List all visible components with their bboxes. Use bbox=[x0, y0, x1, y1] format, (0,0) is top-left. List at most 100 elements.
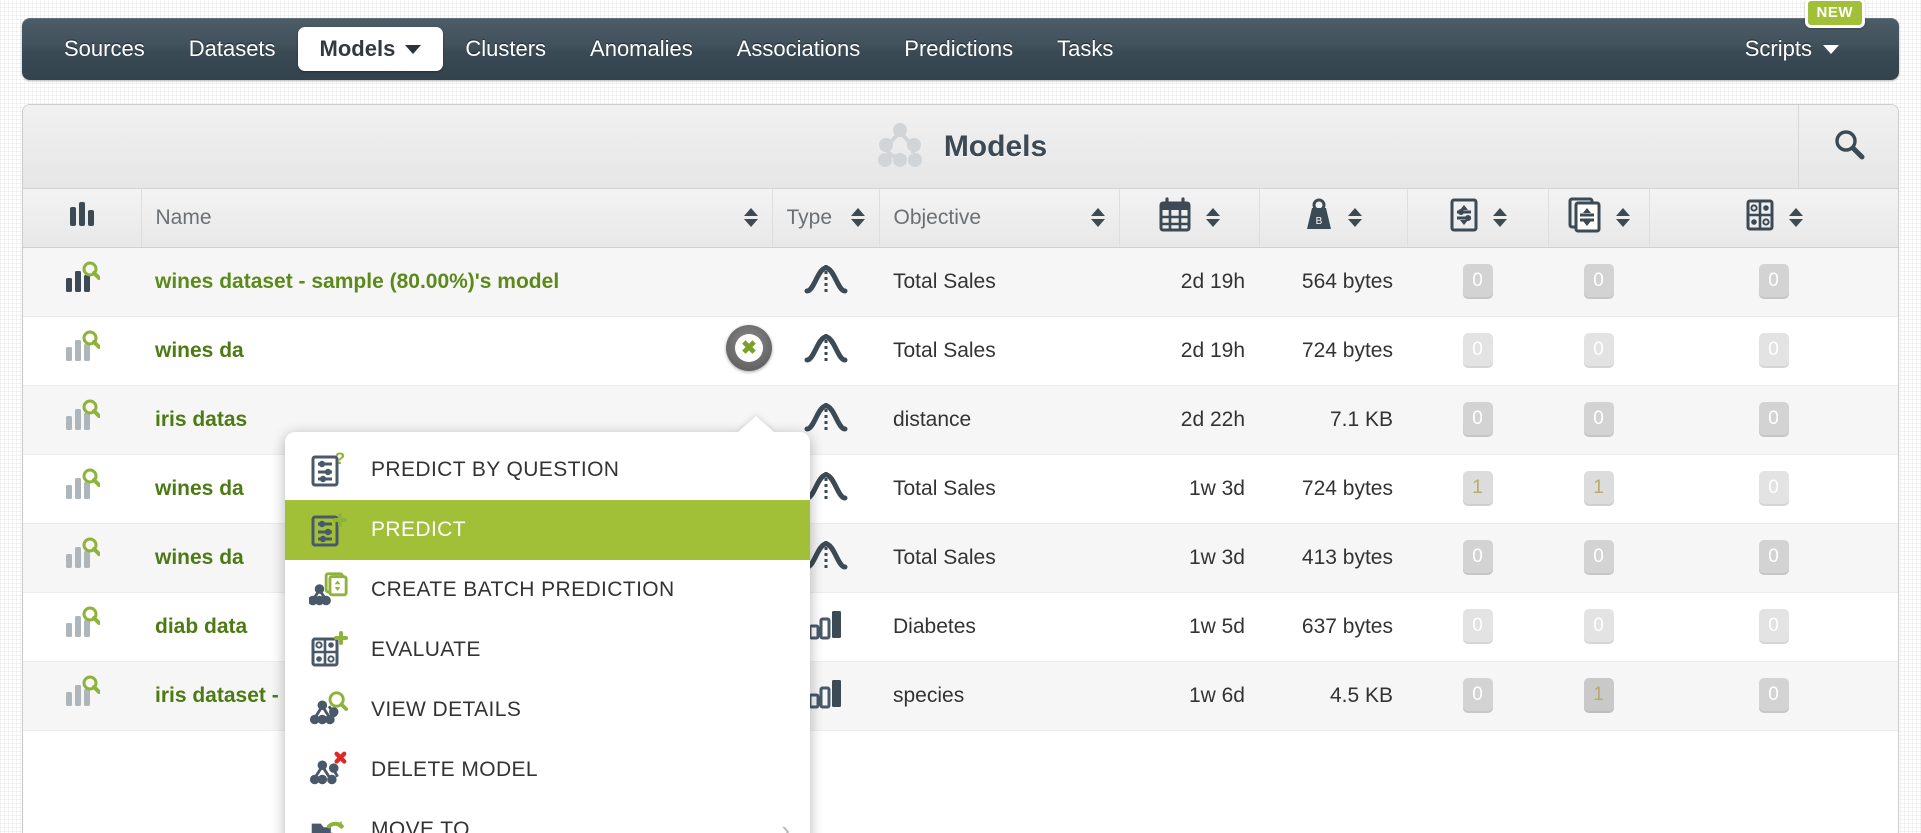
nav-item-sources[interactable]: Sources bbox=[42, 18, 167, 80]
row-model-icon-cell[interactable] bbox=[23, 592, 141, 662]
evaluations-count-badge: 0 bbox=[1758, 540, 1789, 575]
column-header-batch-predictions[interactable] bbox=[1548, 189, 1650, 248]
column-header-age[interactable] bbox=[1119, 189, 1260, 248]
row-batch-predictions-cell: 0 bbox=[1548, 385, 1649, 455]
sort-icon-age[interactable] bbox=[1206, 208, 1220, 228]
sort-icon-name[interactable] bbox=[743, 208, 758, 228]
nav-right: Scripts NEW bbox=[1723, 0, 1879, 80]
evaluations-count-badge: 0 bbox=[1758, 678, 1789, 713]
evaluation-icon bbox=[1745, 197, 1775, 239]
search-button[interactable] bbox=[1798, 105, 1898, 188]
row-model-icon-cell[interactable] bbox=[23, 454, 141, 524]
context-menu-item-evaluate[interactable]: EVALUATE bbox=[285, 620, 810, 680]
batch-predictions-count-badge: 0 bbox=[1583, 540, 1614, 575]
context-menu-arrow bbox=[737, 416, 775, 433]
batch-predictions-count-badge: 1 bbox=[1583, 471, 1614, 506]
table-row[interactable]: wines dataset - sample (80.00%)'s model T… bbox=[23, 247, 1898, 317]
model-name-link[interactable]: wines dataset - sample (80.00%)'s model bbox=[155, 270, 559, 293]
sort-icon-predictions[interactable] bbox=[1492, 208, 1507, 228]
row-predictions-cell: 0 bbox=[1407, 385, 1548, 455]
row-size-cell: 413 bytes bbox=[1259, 523, 1407, 593]
context-menu-item-move-to[interactable]: MOVE TO... › bbox=[285, 800, 810, 833]
bars-icon bbox=[67, 199, 97, 237]
batch-predictions-count-badge: 1 bbox=[1583, 678, 1614, 713]
model-bars-search-icon bbox=[64, 330, 101, 371]
row-size-cell: 724 bytes bbox=[1259, 454, 1407, 524]
model-tree-icon bbox=[874, 119, 926, 174]
evaluations-count-badge: 0 bbox=[1758, 471, 1789, 506]
column-header-evaluations[interactable] bbox=[1649, 189, 1898, 248]
column-header-objective-label: Objective bbox=[893, 205, 982, 229]
view-details-icon bbox=[309, 690, 349, 730]
nav-item-datasets[interactable]: Datasets bbox=[167, 18, 298, 80]
context-menu-item-predict-by-question[interactable]: ? PREDICT BY QUESTION bbox=[285, 440, 810, 500]
row-action-toggle-button[interactable]: ✖ bbox=[726, 325, 772, 371]
sort-icon-evaluations[interactable] bbox=[1788, 208, 1803, 228]
table-row[interactable]: wines da Total Sales 2d 19h 724 bytes 0 0 0 bbox=[23, 316, 1898, 386]
nav-item-models[interactable]: Models bbox=[297, 27, 444, 71]
row-model-icon-cell[interactable] bbox=[23, 523, 141, 593]
new-badge: NEW bbox=[1804, 0, 1865, 28]
context-menu-item-create-batch-prediction[interactable]: CREATE BATCH PREDICTION bbox=[285, 560, 810, 620]
row-objective-cell: Total Sales bbox=[879, 247, 1119, 317]
model-name-link[interactable]: iris datas bbox=[155, 408, 247, 431]
model-name-link[interactable]: wines da bbox=[155, 477, 244, 500]
nav-item-label: Clusters bbox=[465, 36, 547, 61]
row-model-icon-cell[interactable] bbox=[23, 247, 141, 317]
row-batch-predictions-cell: 1 bbox=[1548, 661, 1649, 731]
predictions-count-badge: 0 bbox=[1462, 540, 1493, 575]
column-header-type-label: Type bbox=[786, 205, 833, 229]
sort-icon-batch-predictions[interactable] bbox=[1615, 208, 1630, 228]
context-menu-item-delete-model[interactable]: DELETE MODEL bbox=[285, 740, 810, 800]
evaluations-count-badge: 0 bbox=[1758, 264, 1789, 299]
row-name-cell[interactable]: wines dataset - sample (80.00%)'s model bbox=[141, 247, 772, 317]
row-evaluations-cell: 0 bbox=[1649, 523, 1898, 593]
panel-header: Models bbox=[23, 105, 1898, 189]
sort-icon-size[interactable] bbox=[1348, 208, 1362, 228]
regression-icon bbox=[804, 402, 848, 441]
context-menu-item-predict[interactable]: PREDICT bbox=[285, 500, 810, 560]
predict-icon bbox=[309, 510, 349, 550]
row-size-cell: 564 bytes bbox=[1259, 247, 1407, 317]
row-age-cell: 2d 19h bbox=[1119, 316, 1259, 386]
row-batch-predictions-cell: 0 bbox=[1548, 247, 1649, 317]
sort-icon-objective[interactable] bbox=[1090, 208, 1105, 228]
column-header-objective[interactable]: Objective bbox=[879, 189, 1120, 248]
nav-item-label: Associations bbox=[736, 36, 861, 61]
sort-icon-type[interactable] bbox=[850, 208, 865, 228]
row-name-cell[interactable]: wines da bbox=[141, 316, 772, 386]
nav-item-tasks[interactable]: Tasks bbox=[1035, 18, 1135, 80]
row-evaluations-cell: 0 bbox=[1649, 385, 1898, 455]
context-menu-item-label: VIEW DETAILS bbox=[371, 698, 522, 721]
row-age-cell: 2d 19h bbox=[1119, 247, 1259, 317]
nav-item-associations[interactable]: Associations bbox=[715, 18, 883, 80]
row-objective-cell: Total Sales bbox=[879, 454, 1119, 524]
nav-item-anomalies[interactable]: Anomalies bbox=[568, 18, 715, 80]
row-model-icon-cell[interactable] bbox=[23, 661, 141, 731]
model-name-link[interactable]: diab data bbox=[155, 615, 247, 638]
column-header-type[interactable]: Type bbox=[772, 189, 880, 248]
nav-item-label: Tasks bbox=[1057, 36, 1114, 61]
model-bars-search-icon bbox=[64, 399, 101, 440]
nav-item-predictions[interactable]: Predictions bbox=[882, 18, 1035, 80]
column-header-size[interactable]: B bbox=[1259, 189, 1408, 248]
nav-item-label: Anomalies bbox=[590, 36, 693, 61]
column-header-name[interactable]: Name bbox=[141, 189, 773, 248]
evaluations-count-badge: 0 bbox=[1758, 609, 1789, 644]
row-model-icon-cell[interactable] bbox=[23, 316, 141, 386]
predictions-count-badge: 0 bbox=[1462, 333, 1493, 368]
delete-model-icon bbox=[309, 750, 349, 790]
row-model-icon-cell[interactable] bbox=[23, 385, 141, 455]
model-bars-search-icon bbox=[64, 537, 101, 578]
nav-item-label: Datasets bbox=[188, 36, 276, 61]
column-header-flag[interactable] bbox=[23, 189, 142, 248]
model-name-link[interactable]: wines da bbox=[155, 339, 244, 362]
model-name-link[interactable]: wines da bbox=[155, 546, 244, 569]
row-batch-predictions-cell: 1 bbox=[1548, 454, 1649, 524]
context-menu-item-view-details[interactable]: VIEW DETAILS bbox=[285, 680, 810, 740]
nav-item-clusters[interactable]: Clusters bbox=[443, 18, 568, 80]
row-evaluations-cell: 0 bbox=[1649, 661, 1898, 731]
column-header-predictions[interactable] bbox=[1407, 189, 1549, 248]
row-predictions-cell: 0 bbox=[1407, 247, 1548, 317]
chevron-down-icon bbox=[405, 44, 422, 54]
